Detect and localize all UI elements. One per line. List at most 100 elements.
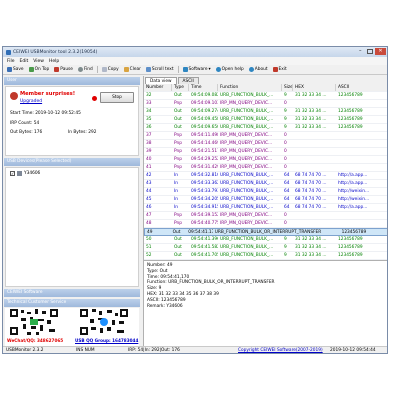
tab-data-view[interactable]: Data view <box>145 77 177 84</box>
table-cell: 123456789 <box>338 125 363 130</box>
table-cell: 40 <box>146 157 152 162</box>
table-cell: 9 <box>284 93 287 98</box>
table-row[interactable]: 46 In 09:54:34.915 URB_FUNCTION_BULK_... 64 6… <box>144 204 387 212</box>
table-row[interactable]: 44 In 09:54:33.793 URB_FUNCTION_BULK_... 64 6… <box>144 188 387 196</box>
maximize-button[interactable] <box>367 49 373 54</box>
table-cell: 43 <box>146 181 152 186</box>
member-label[interactable]: Member surprises! <box>20 91 75 97</box>
minimize-button[interactable]: – <box>359 49 365 54</box>
column-header[interactable]: Function <box>218 84 282 91</box>
table-cell: 9 <box>284 237 287 242</box>
table-cell <box>293 132 336 139</box>
table-cell: 09:54:21.517 <box>191 149 218 154</box>
table-cell <box>336 220 387 227</box>
tab-ascii[interactable]: ASCII <box>177 77 199 84</box>
table-row[interactable]: 34 Out 09:54:09.274 URB_FUNCTION_BULK_... 9 3… <box>144 108 387 116</box>
menu-edit[interactable]: Edit <box>20 59 29 64</box>
table-row[interactable]: 42 In 09:54:32.810 URB_FUNCTION_BULK_... 64 6… <box>144 172 387 180</box>
table-cell: 64 <box>284 205 290 210</box>
scroll-text-button[interactable]: Scroll text <box>145 67 175 72</box>
table-row[interactable]: 39 Pnp 09:54:21.517 IRP_MN_QUERY_DEVIC... 0 <box>144 148 387 156</box>
software-button[interactable]: Software ▾ <box>182 67 212 72</box>
table-cell: 09:54:09.650 <box>191 125 218 130</box>
software-icon <box>182 67 188 72</box>
column-header[interactable]: ASCII <box>336 84 387 91</box>
table-cell: 09:54:33.362 <box>191 181 218 186</box>
table-row[interactable]: 35 Out 09:54:09.458 URB_FUNCTION_BULK_... 9 3… <box>144 116 387 124</box>
menu-bar: File Edit View Help <box>3 57 387 65</box>
stop-button[interactable]: Stop <box>100 92 134 103</box>
close-button[interactable]: ✕ <box>375 48 386 55</box>
table-cell: URB_FUNCTION_BULK_... <box>220 117 274 122</box>
exit-icon <box>272 67 278 72</box>
clear-button[interactable]: Clear <box>123 67 142 72</box>
record-icon <box>92 96 97 101</box>
table-cell <box>336 164 387 171</box>
qq-group-link[interactable]: USB QQ Group: 164783044 <box>75 338 138 343</box>
table-cell <box>336 156 387 163</box>
table-row[interactable]: 48 Pnp 09:54:40.775 IRP_MN_QUERY_DEVIC... 0 <box>144 220 387 228</box>
table-cell: URB_FUNCTION_BULK_OR_INTERRUPT_TRANSFER <box>214 230 322 235</box>
column-header[interactable]: Number <box>144 84 172 91</box>
table-cell: IRP_MN_QUERY_DEVIC... <box>220 213 273 218</box>
menu-help[interactable]: Help <box>49 59 59 64</box>
software-panel-header[interactable]: CEIWEI Software <box>4 289 140 297</box>
table-cell: 0 <box>284 149 287 154</box>
table-cell: Pnp <box>174 157 182 162</box>
table-row-selected[interactable]: 49 Out 09:54:41.170URB_FUNCTION_BULK_OR_IN… <box>144 228 387 236</box>
status-bar: USBMonitor 2.3.2 INS NUM IRP: 54|In: 292… <box>3 346 387 353</box>
find-icon <box>77 67 83 72</box>
column-header[interactable]: Type <box>172 84 189 91</box>
table-row[interactable]: 47 Pnp 09:54:39.152 IRP_MN_QUERY_DEVIC... 0 <box>144 212 387 220</box>
table-row[interactable]: 43 In 09:54:33.362 URB_FUNCTION_BULK_... 64 6… <box>144 180 387 188</box>
table-cell: 31 32 33 34 ... <box>295 237 327 242</box>
help-icon <box>215 67 221 72</box>
info-icon <box>248 67 254 72</box>
on-top-button[interactable]: On Top <box>28 67 51 72</box>
table-cell: URB_FUNCTION_BULK_... <box>220 253 274 258</box>
support-panel-header: Technical Customer Service <box>4 299 140 307</box>
detail-line: Remark: Y34606 <box>147 303 183 309</box>
table-row[interactable]: 38 Pnp 09:54:14.469 IRP_MN_QUERY_DEVIC... 0 <box>144 140 387 148</box>
pause-button[interactable]: Pause <box>53 67 74 72</box>
find-button[interactable]: Find <box>77 67 94 72</box>
copy-button[interactable]: Copy <box>101 67 120 72</box>
column-header[interactable]: HEX <box>293 84 336 91</box>
upgraded-link[interactable]: Upgraded <box>20 99 42 104</box>
menu-view[interactable]: View <box>33 59 44 64</box>
table-row[interactable]: 33 Pnp 09:54:09.103 IRP_MN_QUERY_DEVIC... 0 <box>144 100 387 108</box>
table-row[interactable]: 52 Out 09:54:41.705 URB_FUNCTION_BULK_... 9 3… <box>144 252 387 260</box>
table-row[interactable]: 41 Pnp 09:54:31.429 IRP_MN_QUERY_DEVIC... 0 <box>144 164 387 172</box>
exit-button[interactable]: Exit <box>272 67 288 72</box>
column-header[interactable]: Time <box>189 84 218 91</box>
app-icon <box>6 49 11 55</box>
table-cell: 64 <box>284 181 290 186</box>
table-cell: 0 <box>284 165 287 170</box>
table-row[interactable]: 50 Out 09:54:41.396 URB_FUNCTION_BULK_... 9 3… <box>144 236 387 244</box>
start-time: Start Time: 2019-10-12 09:52:45 <box>10 111 81 116</box>
devices-panel-header: USB Devices(Please Selected) <box>4 158 140 166</box>
table-cell: IRP_MN_QUERY_DEVIC... <box>220 157 273 162</box>
table-row[interactable]: 45 In 09:54:34.205 URB_FUNCTION_BULK_... 64 6… <box>144 196 387 204</box>
device-item[interactable]: ✓ Y34606 <box>10 171 40 176</box>
table-cell: 50 <box>146 237 152 242</box>
table-row[interactable]: 32 Out 09:54:09.082 URB_FUNCTION_BULK_... 9 3… <box>144 92 387 100</box>
table-cell: URB_FUNCTION_BULK_... <box>220 237 274 242</box>
open-help-button[interactable]: Open help <box>215 67 245 72</box>
table-cell: 123456789 <box>338 245 363 250</box>
table-row[interactable]: 36 Out 09:54:09.650 URB_FUNCTION_BULK_... 9 3… <box>144 124 387 132</box>
about-button[interactable]: About <box>248 67 269 72</box>
menu-file[interactable]: File <box>7 59 15 64</box>
table-row[interactable]: 37 Pnp 09:54:11.498 IRP_MN_QUERY_DEVIC... 0 <box>144 132 387 140</box>
save-button[interactable]: Save <box>6 67 25 72</box>
table-row[interactable]: 40 Pnp 09:54:29.252 IRP_MN_QUERY_DEVIC... 0 <box>144 156 387 164</box>
table-cell: 0 <box>284 157 287 162</box>
scroll-icon <box>145 67 151 72</box>
column-header[interactable]: Size <box>282 84 293 91</box>
table-row[interactable]: 51 Out 09:54:41.582 URB_FUNCTION_BULK_... 9 3… <box>144 244 387 252</box>
checkbox-checked[interactable]: ✓ <box>10 171 15 176</box>
status-copyright[interactable]: Copyright CEIWEI Software(2007-2019) <box>235 348 327 353</box>
copy-icon <box>101 67 107 72</box>
table-cell: Pnp <box>174 221 182 226</box>
table-cell: 123456789 <box>338 109 363 114</box>
